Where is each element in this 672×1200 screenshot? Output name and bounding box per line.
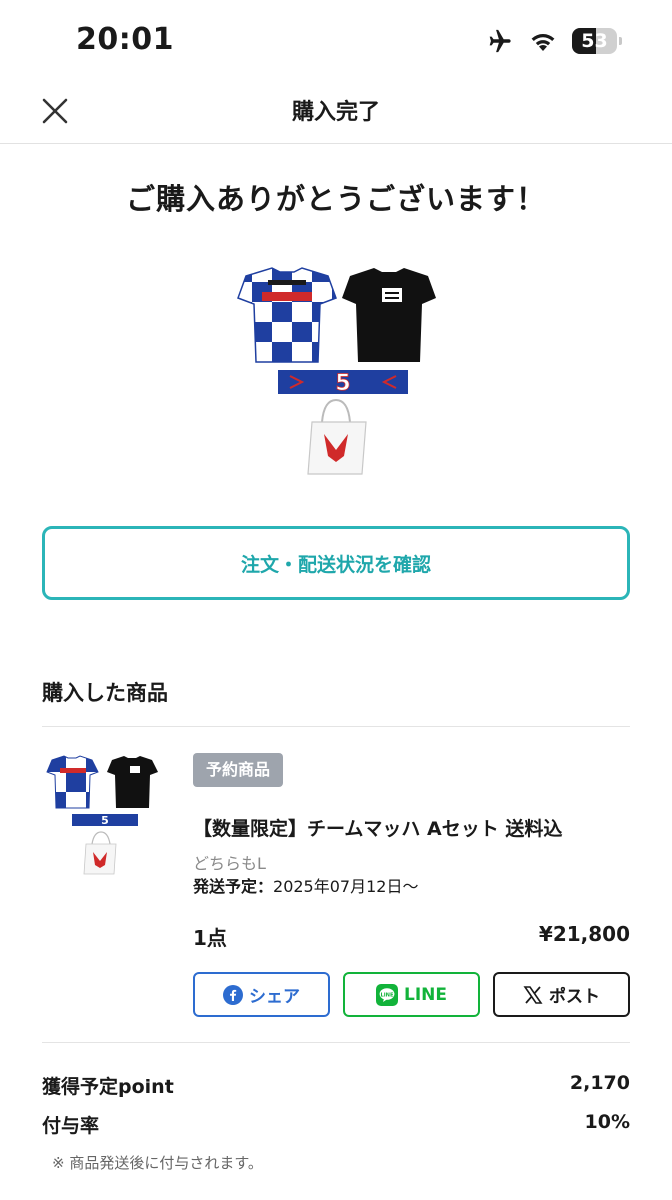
airplane-icon bbox=[489, 29, 511, 53]
facebook-icon bbox=[223, 984, 243, 1005]
page-title: 購入完了 bbox=[291, 100, 380, 125]
rate-label: 付与率 bbox=[42, 1115, 100, 1137]
product-thumbnail: 5 bbox=[46, 752, 170, 882]
svg-text:5: 5 bbox=[335, 371, 350, 396]
svg-text:LINE: LINE bbox=[380, 992, 394, 998]
divider bbox=[42, 726, 630, 727]
product-variant: どちらもL bbox=[193, 854, 266, 873]
status-icons: 53 bbox=[484, 26, 622, 56]
svg-text:5: 5 bbox=[101, 814, 109, 827]
preorder-badge: 予約商品 bbox=[193, 753, 284, 787]
ship-date: 発送予定：2025年07月12日〜 bbox=[193, 873, 418, 897]
price: ¥21,800 bbox=[538, 922, 630, 946]
earn-point-value: 2,170 bbox=[569, 1072, 630, 1094]
rate-value: 10% bbox=[584, 1111, 630, 1133]
product-name[interactable]: 【数量限定】チームマッハ Aセット 送料込 bbox=[193, 814, 562, 841]
share-facebook-label: シェア bbox=[249, 987, 300, 1007]
quantity: 1点 bbox=[193, 926, 227, 950]
share-line-label: LINE bbox=[404, 984, 447, 1005]
order-status-button[interactable]: 注文・配送状況を確認 bbox=[42, 526, 630, 600]
ship-date-value: 2025年07月12日〜 bbox=[273, 877, 419, 896]
share-facebook-button[interactable]: シェア bbox=[193, 972, 330, 1017]
wifi-icon bbox=[531, 34, 555, 51]
status-bar: 20:01 53 bbox=[0, 0, 672, 80]
battery-icon: 53 bbox=[572, 28, 622, 54]
x-icon bbox=[523, 985, 543, 1004]
divider bbox=[42, 1042, 630, 1043]
product-image: 5 bbox=[232, 262, 454, 484]
earn-point-label: 獲得予定point bbox=[42, 1076, 174, 1098]
status-time: 20:01 bbox=[76, 22, 174, 57]
point-note: ※ 商品発送後に付与されます。 bbox=[52, 1154, 263, 1172]
section-title: 購入した商品 bbox=[42, 681, 168, 705]
battery-level: 53 bbox=[581, 30, 608, 52]
ship-date-label: 発送予定： bbox=[193, 877, 274, 896]
nav-bar: 購入完了 bbox=[0, 80, 672, 144]
share-x-label: ポスト bbox=[549, 987, 600, 1007]
share-line-button[interactable]: LINE LINE bbox=[343, 972, 480, 1017]
thanks-message: ご購入ありがとうございます！ bbox=[125, 182, 546, 216]
share-x-button[interactable]: ポスト bbox=[493, 972, 630, 1017]
line-icon: LINE bbox=[376, 983, 398, 1006]
